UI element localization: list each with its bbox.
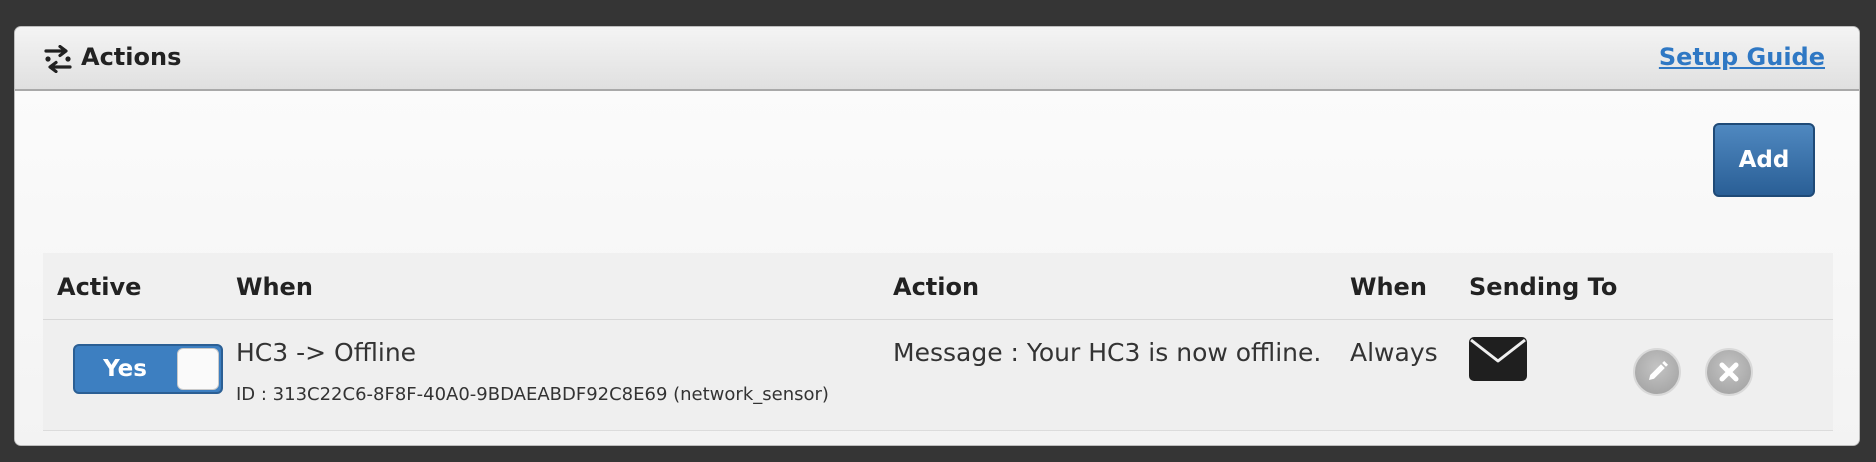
edit-button[interactable] (1633, 348, 1681, 396)
panel-title: Actions (81, 43, 182, 71)
column-header-action: Action (893, 273, 980, 301)
trigger-id: ID : 313C22C6-8F8F-40A0-9BDAEABDF92C8E69… (236, 384, 829, 405)
column-header-when-frequency: When (1350, 273, 1427, 301)
column-header-when: When (236, 273, 313, 301)
column-header-sending-to: Sending To (1469, 273, 1618, 301)
actions-icon (44, 45, 72, 73)
when-frequency: Always (1350, 338, 1438, 367)
close-icon (1719, 362, 1739, 382)
trigger-title: HC3 -> Offline (236, 338, 417, 367)
active-toggle[interactable]: Yes (73, 344, 223, 394)
setup-guide-link[interactable]: Setup Guide (1659, 43, 1825, 71)
envelope-icon (1469, 337, 1527, 381)
delete-button[interactable] (1705, 348, 1753, 396)
action-message: Message : Your HC3 is now offline. (893, 338, 1322, 367)
table-header: Active When Action When Sending To (43, 253, 1833, 320)
pencil-icon (1649, 361, 1668, 380)
add-button[interactable]: Add (1713, 123, 1815, 197)
panel-header: Actions Setup Guide (15, 27, 1859, 91)
toggle-knob[interactable] (177, 348, 219, 390)
active-toggle-label: Yes (103, 356, 147, 382)
column-header-active: Active (57, 273, 142, 301)
table-row: Yes HC3 -> Offline ID : 313C22C6-8F8F-40… (43, 320, 1833, 431)
actions-table: Active When Action When Sending To Yes H… (43, 253, 1833, 431)
actions-panel: Actions Setup Guide Add Active When Acti… (14, 26, 1860, 446)
